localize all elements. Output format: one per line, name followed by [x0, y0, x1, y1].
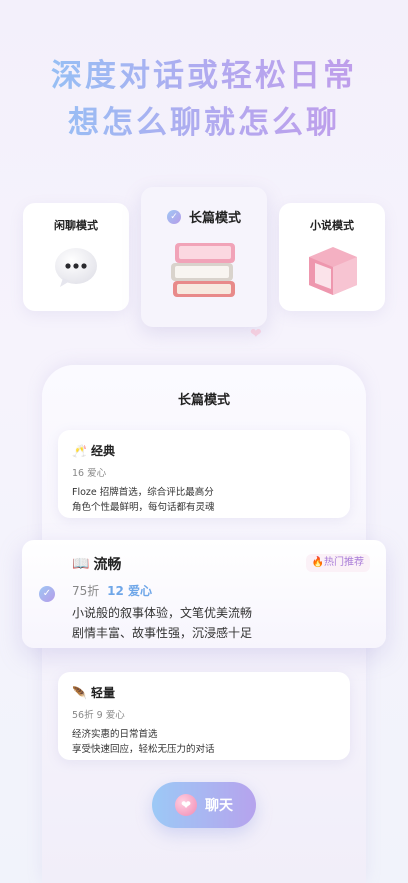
tier-desc: 小说般的叙事体验，文笔优美流畅: [72, 606, 253, 620]
tier-desc: 经济实惠的日常首选: [72, 729, 158, 740]
tier-discount: 56折: [72, 710, 94, 721]
tier-desc: 剧情丰富、故事性强，沉浸感十足: [72, 626, 253, 640]
tier-price: 12 爱心: [107, 584, 152, 598]
tier-price: 16 爱心: [72, 468, 107, 479]
stacked-books-icon: [171, 243, 235, 297]
mode-title-long: 长篇模式: [188, 211, 241, 226]
mode-title-novel: 小说模式: [310, 219, 354, 232]
chat-bubble-icon: [55, 248, 97, 287]
feather-icon: 🪶: [72, 685, 87, 700]
tier-desc: Floze 招牌首选，综合评比最高分: [72, 487, 214, 498]
chat-button-label: 聊天: [205, 798, 233, 814]
decorative-heart-icon: ❤: [250, 326, 262, 342]
tier-name: 经典: [90, 444, 115, 458]
tier-card-classic[interactable]: 🥂 经典 16 爱心 Floze 招牌首选，综合评比最高分 角色个性最鲜明，每句…: [58, 430, 350, 518]
headline-line1: 深度对话或轻松日常: [0, 50, 408, 95]
tier-name: 轻量: [90, 686, 115, 700]
mode-card-chat[interactable]: 闲聊模式: [23, 203, 129, 311]
chat-button[interactable]: ❤ 聊天: [152, 782, 256, 828]
panel-title: 长篇模式: [177, 393, 230, 408]
tier-card-light[interactable]: 🪶 轻量 56折 9 爱心 经济实惠的日常首选 享受快速回应，轻松无压力的对话: [58, 672, 350, 760]
heart-icon: ❤: [175, 794, 197, 816]
tier-discount: 75折: [72, 584, 100, 598]
mode-card-novel[interactable]: 小说模式: [279, 203, 385, 311]
tier-desc: 角色个性最鲜明，每句话都有灵魂: [72, 502, 215, 513]
headline-line2: 想怎么聊就怎么聊: [0, 97, 408, 142]
tier-price: 9 爱心: [96, 710, 125, 721]
tier-card-smooth[interactable]: ✓ 📖 流畅 🔥热门推荐 75折 12 爱心 小说般的叙事体验，文笔优美流畅 剧…: [22, 540, 386, 648]
mode-title-chat: 闲聊模式: [54, 219, 98, 232]
tier-name: 流畅: [93, 557, 122, 573]
champagne-icon: 🥂: [72, 443, 87, 458]
tier-desc: 享受快速回应，轻松无压力的对话: [72, 744, 215, 755]
pink-book-icon: [309, 247, 357, 295]
hot-badge: 🔥热门推荐: [305, 554, 370, 572]
open-book-icon: 📖: [72, 556, 90, 572]
selected-check-icon: ✓: [166, 209, 181, 224]
mode-card-long[interactable]: ✓ 长篇模式: [141, 187, 267, 327]
selected-check-icon: ✓: [39, 586, 55, 602]
